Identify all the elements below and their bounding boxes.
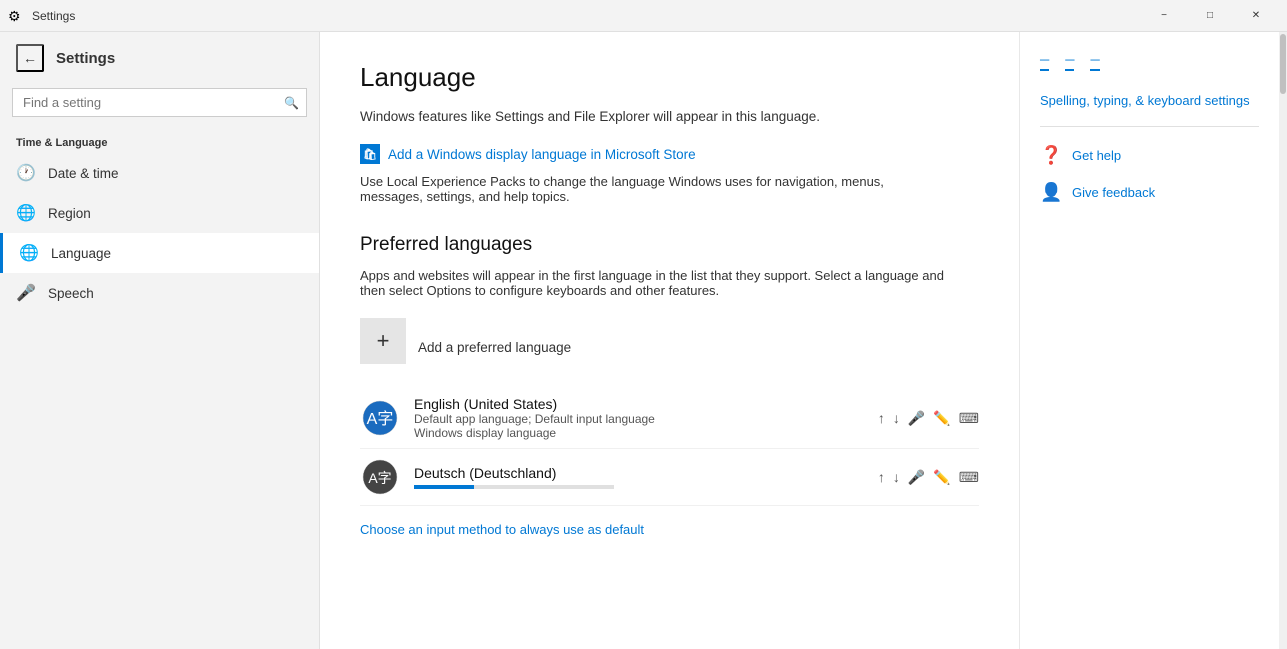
sidebar-item-region[interactable]: 🌐 Region bbox=[0, 193, 319, 233]
sidebar-item-date-time[interactable]: 🕐 Date & time bbox=[0, 153, 319, 193]
en-us-keyboard-icon[interactable]: ⌨ bbox=[959, 410, 979, 427]
sidebar-header: ← Settings bbox=[0, 32, 319, 84]
en-us-icons: ↑ ↓ 🎤 ✏️ ⌨ bbox=[878, 410, 979, 427]
choose-input-link[interactable]: Choose an input method to always use as … bbox=[360, 522, 644, 537]
preferred-heading: Preferred languages bbox=[360, 234, 979, 256]
page-desc: Windows features like Settings and File … bbox=[360, 109, 979, 124]
en-us-flag: A字 bbox=[360, 398, 400, 438]
get-help-link[interactable]: ❓ Get help bbox=[1040, 139, 1259, 172]
top-nav-links: ─ ─ ─ bbox=[1040, 52, 1259, 71]
sidebar-app-title: Settings bbox=[56, 50, 115, 67]
give-feedback-link[interactable]: 👤 Give feedback bbox=[1040, 176, 1259, 209]
sidebar-item-speech-label: Speech bbox=[48, 286, 94, 301]
de-de-move-up-icon[interactable]: ↑ bbox=[878, 469, 885, 485]
maximize-button[interactable]: □ bbox=[1187, 0, 1233, 32]
en-us-move-up-icon[interactable]: ↑ bbox=[878, 410, 885, 426]
svg-text:A字: A字 bbox=[367, 410, 394, 428]
en-us-meta1: Default app language; Default input lang… bbox=[414, 412, 864, 426]
store-desc: Use Local Experience Packs to change the… bbox=[360, 174, 940, 204]
spelling-typing-link-text: Spelling, typing, & keyboard settings bbox=[1040, 93, 1250, 108]
minimize-button[interactable]: − bbox=[1141, 0, 1187, 32]
app-container: ← Settings 🔍 Time & Language 🕐 Date & ti… bbox=[0, 32, 1287, 649]
sidebar-item-language-label: Language bbox=[51, 246, 111, 261]
de-de-name: Deutsch (Deutschland) bbox=[414, 465, 864, 481]
en-us-handwriting-icon[interactable]: ✏️ bbox=[933, 410, 950, 427]
de-de-icons: ↑ ↓ 🎤 ✏️ ⌨ bbox=[878, 469, 979, 486]
de-de-keyboard-icon[interactable]: ⌨ bbox=[959, 469, 979, 486]
lang-item-de-de: A字 Deutsch (Deutschland) ↑ ↓ 🎤 ✏️ ⌨ bbox=[360, 449, 979, 506]
en-us-move-down-icon[interactable]: ↓ bbox=[893, 410, 900, 426]
top-link-2[interactable]: ─ bbox=[1065, 52, 1074, 71]
ms-store-icon: 🛍 bbox=[360, 144, 380, 164]
sidebar-item-date-time-label: Date & time bbox=[48, 166, 119, 181]
ms-store-link[interactable]: 🛍 Add a Windows display language in Micr… bbox=[360, 144, 979, 164]
search-icon: 🔍 bbox=[284, 96, 299, 110]
de-de-microphone-icon[interactable]: 🎤 bbox=[908, 469, 925, 486]
lang-item-en-us: A字 English (United States) Default app l… bbox=[360, 388, 979, 449]
en-us-name: English (United States) bbox=[414, 396, 864, 412]
speech-icon: 🎤 bbox=[16, 283, 36, 303]
main-content: Language Windows features like Settings … bbox=[320, 32, 1019, 649]
title-bar: ⚙ Settings − □ ✕ bbox=[0, 0, 1287, 32]
get-help-label: Get help bbox=[1072, 148, 1121, 163]
back-button[interactable]: ← bbox=[16, 44, 44, 72]
sidebar-item-region-label: Region bbox=[48, 206, 91, 221]
give-feedback-icon: 👤 bbox=[1040, 182, 1062, 203]
right-panel: ─ ─ ─ Spelling, typing, & keyboard setti… bbox=[1019, 32, 1279, 649]
add-lang-button[interactable]: + bbox=[360, 318, 406, 364]
add-lang-label: Add a preferred language bbox=[418, 340, 571, 355]
spelling-typing-link[interactable]: Spelling, typing, & keyboard settings bbox=[1040, 87, 1259, 114]
de-de-info: Deutsch (Deutschland) bbox=[414, 465, 864, 489]
sidebar: ← Settings 🔍 Time & Language 🕐 Date & ti… bbox=[0, 32, 320, 649]
date-time-icon: 🕐 bbox=[16, 163, 36, 183]
en-us-info: English (United States) Default app lang… bbox=[414, 396, 864, 440]
scrollbar-thumb[interactable] bbox=[1280, 34, 1286, 94]
en-us-meta2: Windows display language bbox=[414, 426, 864, 440]
give-feedback-label: Give feedback bbox=[1072, 185, 1155, 200]
title-bar-title: Settings bbox=[32, 9, 1141, 23]
de-de-progress bbox=[414, 485, 474, 489]
sidebar-section-label: Time & Language bbox=[0, 125, 319, 153]
sidebar-item-language[interactable]: 🌐 Language bbox=[0, 233, 319, 273]
ms-store-link-text: Add a Windows display language in Micros… bbox=[388, 147, 696, 162]
search-box: 🔍 bbox=[12, 88, 307, 117]
top-link-3[interactable]: ─ bbox=[1090, 52, 1099, 71]
sidebar-item-speech[interactable]: 🎤 Speech bbox=[0, 273, 319, 313]
de-de-loading-bar bbox=[414, 485, 614, 489]
page-title: Language bbox=[360, 62, 979, 93]
close-button[interactable]: ✕ bbox=[1233, 0, 1279, 32]
region-icon: 🌐 bbox=[16, 203, 36, 223]
de-de-flag: A字 bbox=[360, 457, 400, 497]
de-de-handwriting-icon[interactable]: ✏️ bbox=[933, 469, 950, 486]
scrollbar[interactable] bbox=[1279, 32, 1287, 649]
divider bbox=[1040, 126, 1259, 127]
get-help-icon: ❓ bbox=[1040, 145, 1062, 166]
svg-text:A字: A字 bbox=[368, 470, 391, 486]
de-de-move-down-icon[interactable]: ↓ bbox=[893, 469, 900, 485]
top-link-1[interactable]: ─ bbox=[1040, 52, 1049, 71]
language-icon: 🌐 bbox=[19, 243, 39, 263]
settings-icon: ⚙ bbox=[8, 8, 24, 24]
add-lang-row: + Add a preferred language bbox=[360, 318, 979, 376]
search-input[interactable] bbox=[12, 88, 307, 117]
preferred-desc: Apps and websites will appear in the fir… bbox=[360, 268, 960, 298]
en-us-microphone-icon[interactable]: 🎤 bbox=[908, 410, 925, 427]
window-controls: − □ ✕ bbox=[1141, 0, 1279, 32]
